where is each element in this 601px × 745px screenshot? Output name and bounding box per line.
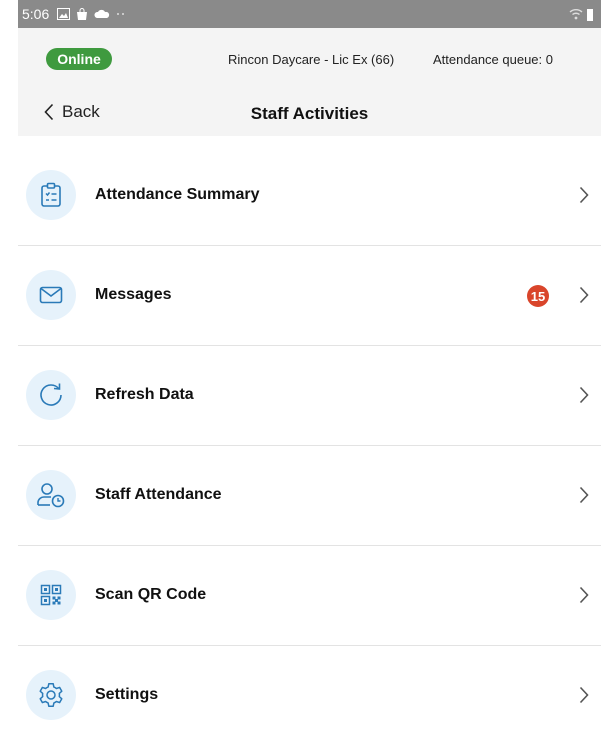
icon-background — [26, 670, 76, 720]
user-clock-icon — [37, 483, 65, 508]
menu-item-messages[interactable]: Messages 15 — [18, 246, 601, 346]
page-title: Staff Activities — [250, 104, 369, 123]
cloud-icon — [94, 9, 110, 18]
chevron-right-icon — [579, 386, 589, 404]
chevron-right-icon — [579, 186, 589, 204]
bag-icon — [77, 7, 88, 20]
chevron-right-icon — [579, 586, 589, 604]
menu-item-staff-attendance[interactable]: Staff Attendance — [18, 446, 601, 546]
app-header: Online Rincon Daycare - Lic Ex (66) Atte… — [18, 28, 601, 136]
status-right-icons — [569, 8, 593, 21]
center-name: Rincon Daycare - Lic Ex (66) — [228, 52, 395, 67]
status-left-icons — [57, 7, 126, 21]
menu-item-label: Attendance Summary — [95, 186, 260, 203]
image-icon — [57, 8, 71, 20]
gear-icon — [39, 683, 63, 707]
menu-item-label: Scan QR Code — [95, 586, 207, 603]
wifi-icon — [569, 9, 583, 20]
icon-background — [26, 170, 76, 220]
chevron-right-icon — [579, 286, 589, 304]
chevron-right-icon — [579, 486, 589, 504]
clipboard-checklist-icon — [41, 182, 61, 207]
envelope-icon — [39, 286, 63, 304]
refresh-icon — [40, 383, 62, 406]
menu-item-label: Refresh Data — [95, 386, 194, 403]
unread-count-badge: 15 — [527, 285, 549, 307]
icon-background — [26, 570, 76, 620]
menu-item-label: Staff Attendance — [95, 486, 222, 503]
menu-item-refresh-data[interactable]: Refresh Data — [18, 346, 601, 446]
online-status-badge: Online — [46, 48, 112, 70]
icon-background — [26, 270, 76, 320]
icon-background — [26, 470, 76, 520]
menu-item-settings[interactable]: Settings — [18, 646, 601, 745]
battery-icon — [587, 8, 593, 21]
chevron-right-icon — [579, 686, 589, 704]
dots-icon — [117, 13, 125, 15]
status-time: 5:06 — [22, 6, 50, 22]
attendance-queue: Attendance queue: 0 — [433, 52, 553, 67]
staff-activities-list: Attendance Summary Messages 15 Refresh D… — [18, 146, 601, 745]
qr-code-icon — [40, 584, 62, 606]
menu-item-attendance-summary[interactable]: Attendance Summary — [18, 146, 601, 246]
status-bar: 5:06 — [18, 0, 601, 28]
icon-background — [26, 370, 76, 420]
menu-item-label: Messages — [95, 286, 172, 303]
menu-item-label: Settings — [95, 686, 159, 703]
menu-item-scan-qr-code[interactable]: Scan QR Code — [18, 546, 601, 646]
